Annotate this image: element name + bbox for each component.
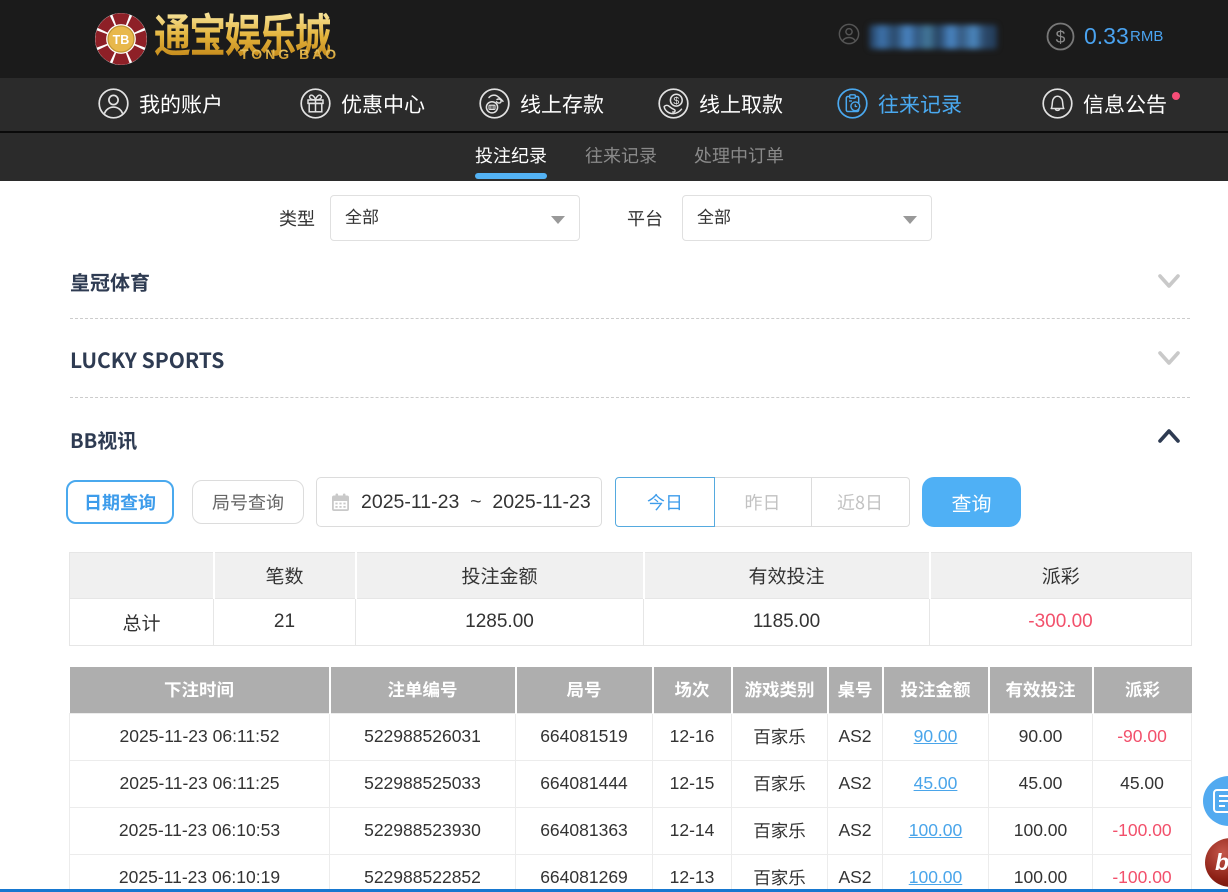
svg-text:TB: TB: [113, 33, 130, 47]
svg-text:$: $: [1056, 27, 1066, 47]
svg-text:$: $: [673, 95, 679, 107]
